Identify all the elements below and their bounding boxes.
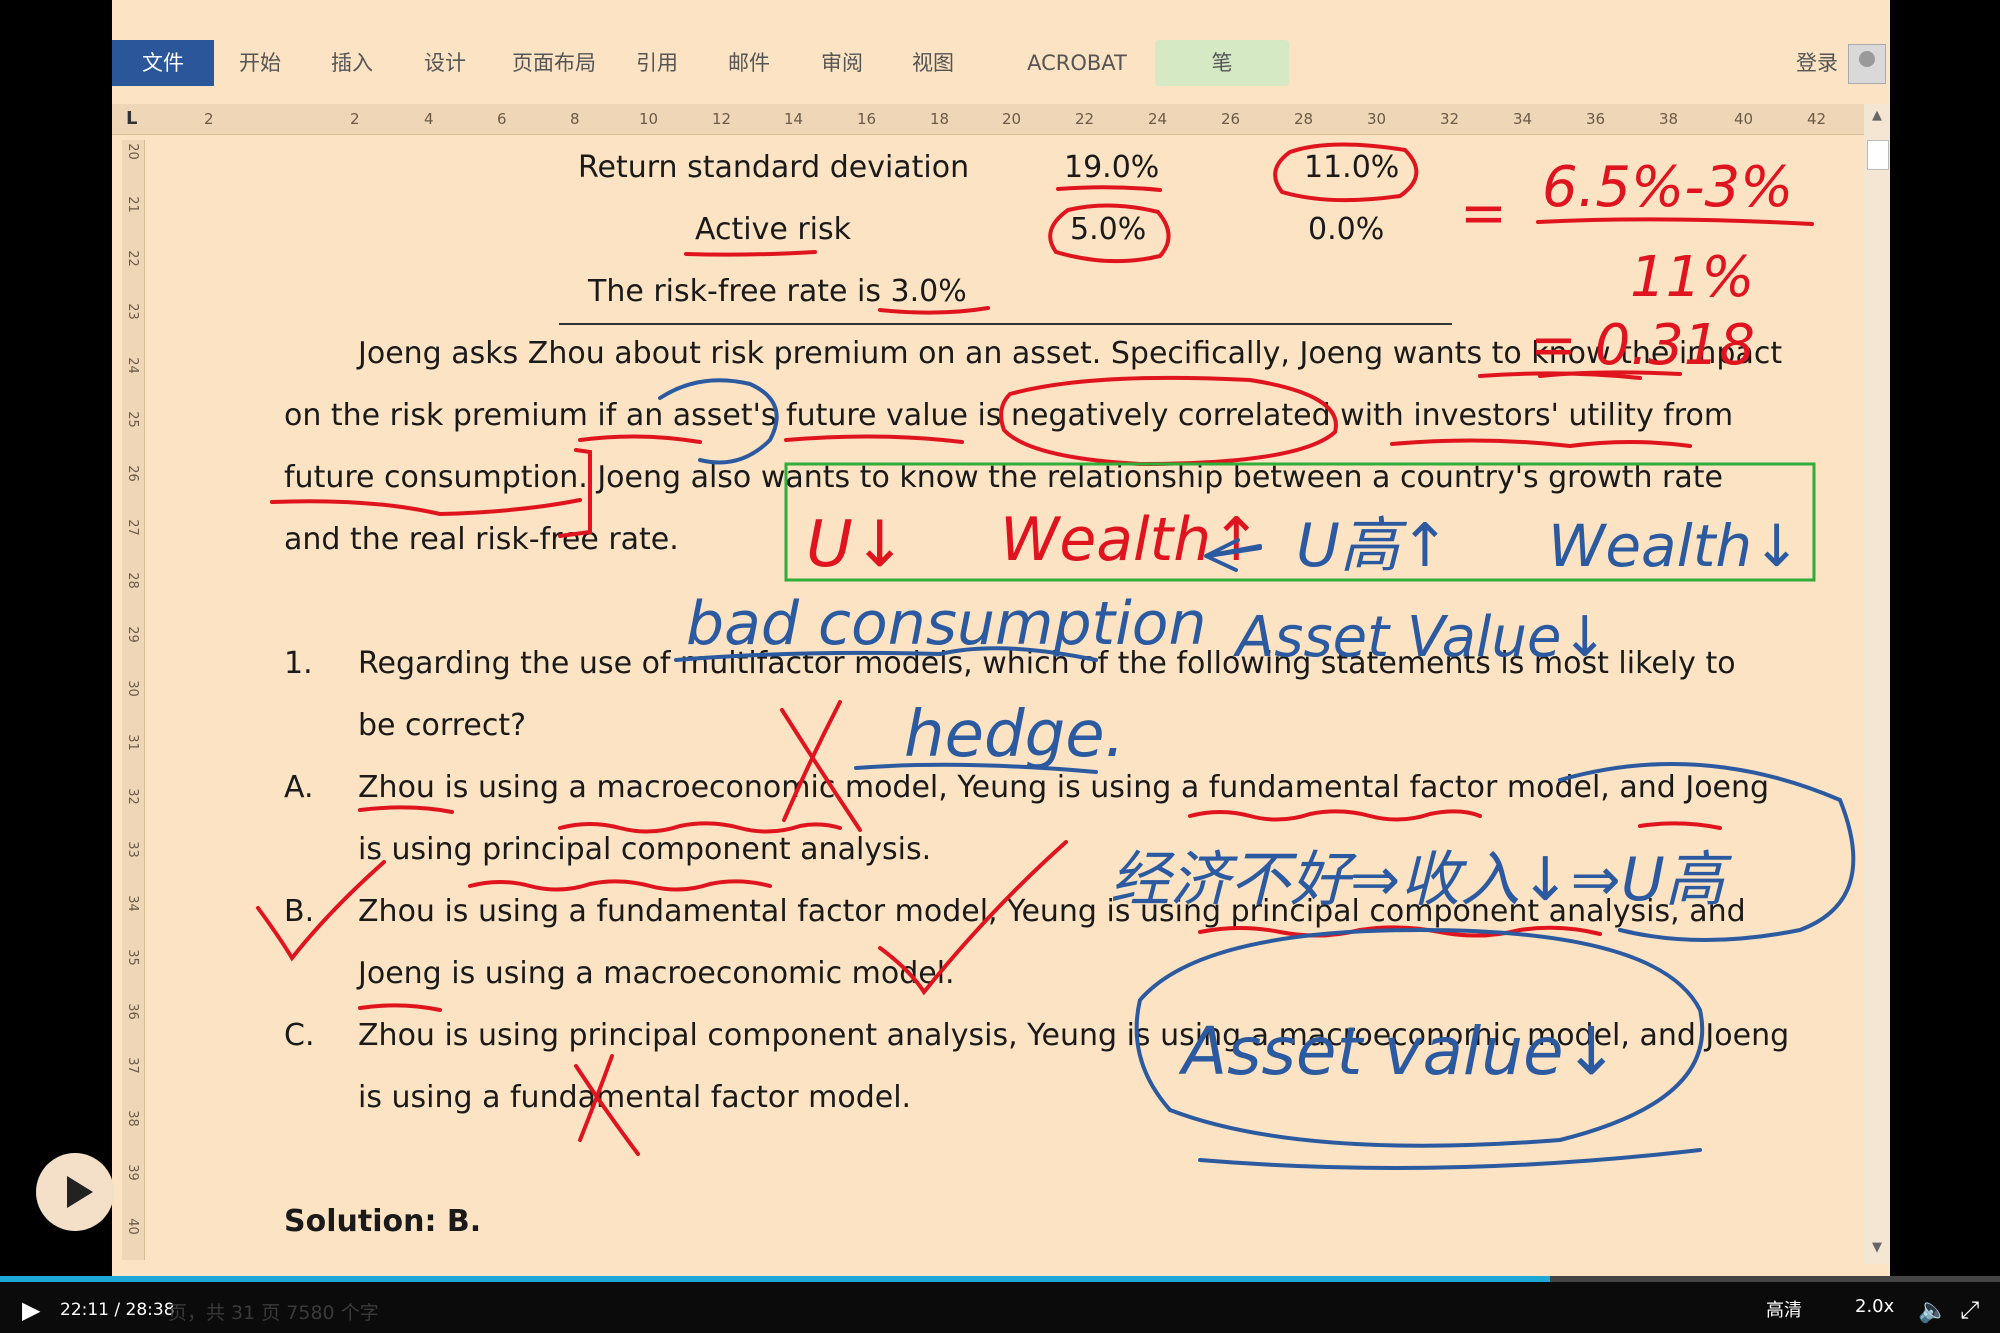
ruler-tick: 2 [350,110,360,128]
horizontal-ruler: L 2 2 4 6 8 10 12 14 16 18 20 22 24 26 2… [112,104,1870,135]
tab-stop-selector[interactable]: L [126,108,137,129]
ruler-tick: 16 [857,110,877,128]
play-icon[interactable]: ▶ [22,1296,40,1324]
ruler-tick: 22 [1075,110,1095,128]
table-row-label: Active risk [695,212,852,247]
word-window: 文件 开始 插入 设计 页面布局 引用 邮件 审阅 视图 ACROBAT 笔 登… [112,0,1890,1282]
quality-selector[interactable]: 高清 [1766,1296,1802,1322]
option-text: Zhou is using a macroeconomic model, Yeu… [358,770,1770,805]
ruler-tick: 28 [1294,110,1314,128]
ruler-tick: 36 [1586,110,1606,128]
tab-design[interactable]: 设计 [415,40,475,86]
ruler-tick: 20 [1002,110,1022,128]
ruler-tick: 8 [570,110,580,128]
tab-view[interactable]: 视图 [903,40,963,86]
question-number: 1. [284,646,313,681]
paragraph-line: future consumption. Joeng also wants to … [284,460,1723,495]
play-button[interactable] [36,1153,114,1231]
option-text: is using principal component analysis. [358,832,932,867]
video-time: 22:11 / 28:38 [60,1300,175,1320]
table-row-label: Return standard deviation [578,150,970,185]
scroll-up-icon[interactable]: ▲ [1867,106,1887,126]
volume-icon[interactable]: 🔈 [1918,1296,1948,1324]
option-letter: A. [284,770,314,805]
ruler-tick: 4 [424,110,434,128]
ruler-tick: 6 [497,110,507,128]
login-link[interactable]: 登录 [1796,40,1838,86]
tab-insert[interactable]: 插入 [322,40,382,86]
word-status-text: 页，共 31 页 7580 个字 [168,1302,379,1324]
scroll-thumb[interactable] [1867,140,1889,170]
question-text: be correct? [358,708,527,743]
table-bottom-rule [559,323,1452,325]
document-page[interactable]: Return standard deviation 19.0% 11.0% Ac… [112,140,1870,1260]
paragraph-line: and the real risk-free rate. [284,522,679,557]
paragraph-line: on the risk premium if an asset's future… [284,398,1734,433]
option-letter: C. [284,1018,315,1053]
ruler-tick: 12 [712,110,732,128]
ruler-tick: 42 [1807,110,1827,128]
option-text: Joeng is using a macroeconomic model. [358,956,955,991]
option-text: Zhou is using principal component analys… [358,1018,1790,1053]
ruler-tick: 34 [1513,110,1533,128]
tab-mailings[interactable]: 邮件 [719,40,779,86]
paragraph-line: Joeng asks Zhou about risk premium on an… [358,336,1783,371]
tab-file[interactable]: 文件 [112,40,214,86]
fullscreen-icon[interactable]: ⤢ [1960,1296,1979,1324]
table-cell: 19.0% [1064,150,1160,185]
ruler-tick: 38 [1659,110,1679,128]
scroll-down-icon[interactable]: ▼ [1867,1238,1887,1258]
ribbon-tabs: 文件 开始 插入 设计 页面布局 引用 邮件 审阅 视图 ACROBAT 笔 登… [112,40,1890,88]
ruler-tick: 30 [1367,110,1387,128]
ruler-tick: 24 [1148,110,1168,128]
solution-text: Solution: B. [284,1204,482,1239]
speed-selector[interactable]: 2.0x [1855,1296,1894,1317]
question-text: Regarding the use of multifactor models,… [358,646,1736,681]
option-letter: B. [284,894,315,929]
tab-pen[interactable]: 笔 [1155,40,1289,86]
ruler-tick: 2 [204,110,214,128]
table-cell: 5.0% [1070,212,1147,247]
ruler-tick: 40 [1734,110,1754,128]
ruler-tick: 10 [639,110,659,128]
table-cell: 0.0% [1308,212,1385,247]
ruler-tick: 26 [1221,110,1241,128]
avatar[interactable] [1848,44,1886,84]
option-text: is using a fundamental factor model. [358,1080,912,1115]
table-note: The risk-free rate is 3.0% [588,274,967,309]
option-text: Zhou is using a fundamental factor model… [358,894,1746,929]
tab-review[interactable]: 审阅 [812,40,872,86]
ruler-tick: 18 [930,110,950,128]
tab-acrobat[interactable]: ACROBAT [1012,40,1142,86]
tab-references[interactable]: 引用 [627,40,687,86]
table-cell: 11.0% [1304,150,1400,185]
tab-home[interactable]: 开始 [230,40,290,86]
ruler-tick: 14 [784,110,804,128]
ruler-tick: 32 [1440,110,1460,128]
tab-layout[interactable]: 页面布局 [504,40,604,86]
